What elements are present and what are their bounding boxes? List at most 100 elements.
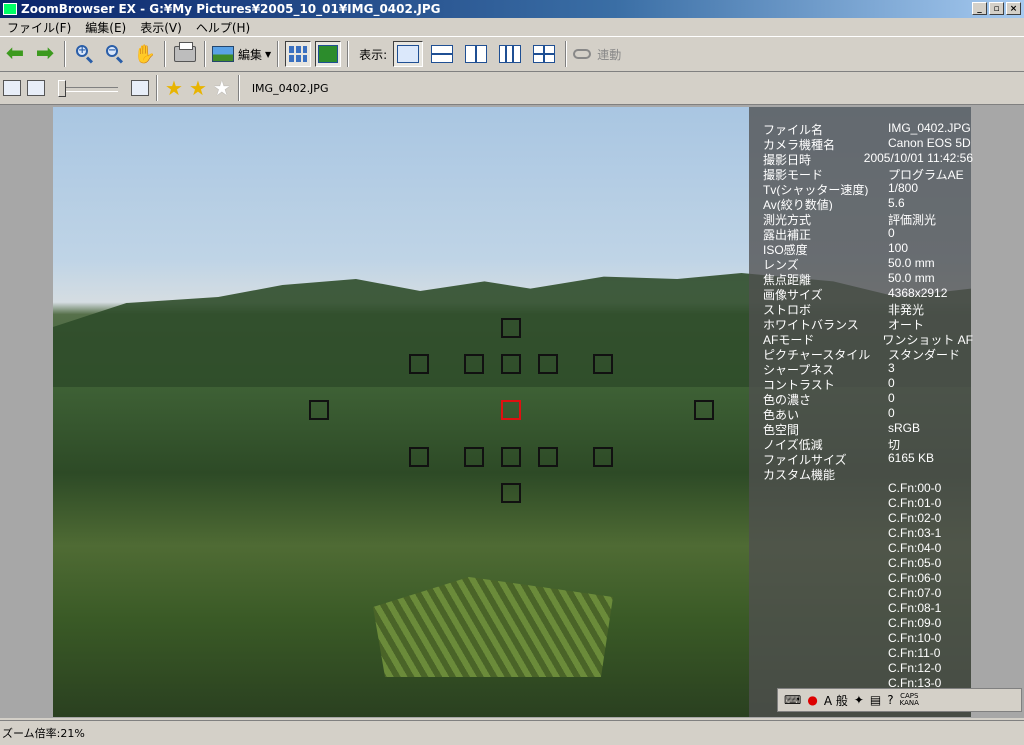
info-value: スタンダード <box>888 348 961 362</box>
custom-function-item: C.Fn:11-0 <box>888 646 941 660</box>
preview-button[interactable] <box>315 41 342 67</box>
hand-tool-button[interactable]: ✋ <box>132 41 158 67</box>
info-key: 撮影モード <box>763 168 824 181</box>
menu-file[interactable]: ファイル(F) <box>0 19 78 36</box>
info-value: IMG_0402.JPG <box>888 121 971 135</box>
info-key: ピクチャースタイル <box>763 348 871 361</box>
star-filled-icon[interactable]: ★ <box>189 78 207 98</box>
info-row: ISO感度 100 <box>763 241 973 256</box>
back-button[interactable]: ⬅ <box>2 41 28 67</box>
info-key: ISO感度 <box>763 243 808 256</box>
link-button[interactable]: 連動 <box>573 41 621 67</box>
caps-kana-indicator: CAPS KANA <box>899 692 919 707</box>
info-key: Tv(シャッター速度) <box>763 183 869 196</box>
star-empty-icon[interactable]: ★ <box>213 78 231 98</box>
edit-menu-button[interactable]: 編集 ▼ <box>212 41 271 67</box>
minimize-button[interactable]: _ <box>972 2 987 15</box>
three-split-icon <box>499 45 522 63</box>
info-value: 0 <box>888 226 895 240</box>
close-button[interactable]: × <box>1006 2 1021 15</box>
info-row: ノイズ低減 切 <box>763 436 973 452</box>
info-row: 色空間 sRGB <box>763 421 973 436</box>
maximize-button[interactable]: ▫ <box>989 2 1004 15</box>
zoom-slider-thumb[interactable] <box>58 80 66 97</box>
info-value: プログラムAE <box>888 168 964 182</box>
keyboard-icon[interactable]: ⌨ <box>784 693 801 707</box>
zoom-slider[interactable] <box>58 78 118 98</box>
title-bar: ZoomBrowser EX - G:¥My Pictures¥2005_10_… <box>0 0 1024 18</box>
info-key: 撮影日時 <box>763 153 812 166</box>
info-key: 焦点距離 <box>763 273 812 286</box>
link-icon <box>573 49 592 59</box>
af-point <box>309 400 329 420</box>
secondary-toolbar: ★ ★ ★ IMG_0402.JPG <box>0 72 1024 105</box>
af-point <box>409 447 429 467</box>
dictionary-icon[interactable]: ▤ <box>870 693 881 707</box>
af-point <box>501 447 521 467</box>
help-icon[interactable]: ? <box>887 693 893 707</box>
zoom-in-button[interactable]: + <box>72 41 98 67</box>
info-row: ピクチャースタイル スタンダード <box>763 346 973 362</box>
window-icon[interactable] <box>131 80 149 96</box>
view-three-split-button[interactable] <box>495 41 525 67</box>
view-horizontal-split-button[interactable] <box>427 41 457 67</box>
image-viewer[interactable]: ファイル名 IMG_0402.JPG カメラ機種名 Canon EOS 5D 撮影日時 2… <box>0 105 1024 718</box>
custom-function-item: C.Fn:04-0 <box>888 541 942 555</box>
ime-language-bar[interactable]: ⌨ ● A 般 ✦ ▤ ? CAPS KANA <box>777 688 1022 712</box>
info-value: 6165 KB <box>888 451 935 465</box>
info-row: 露出補正 0 <box>763 226 973 241</box>
edit-label: 編集 <box>238 47 263 62</box>
window-title: ZoomBrowser EX - G:¥My Pictures¥2005_10_… <box>21 2 441 16</box>
ime-mode[interactable]: A 般 <box>824 692 848 709</box>
fit-to-window-icon[interactable] <box>3 80 21 96</box>
menu-view[interactable]: 表示(V) <box>133 19 189 36</box>
star-filled-icon[interactable]: ★ <box>165 78 183 98</box>
info-row: ストロボ 非発光 <box>763 301 973 317</box>
info-value: ワンショット AF <box>882 333 973 347</box>
ime-record-icon[interactable]: ● <box>807 693 817 707</box>
view-four-split-button[interactable] <box>529 41 559 67</box>
zoom-out-icon: − <box>106 45 124 64</box>
single-view-icon <box>397 45 420 63</box>
info-key: ノイズ低減 <box>763 438 823 451</box>
app-icon <box>3 3 17 15</box>
af-point <box>501 318 521 338</box>
af-point <box>538 354 558 374</box>
view-vertical-split-button[interactable] <box>461 41 491 67</box>
info-value: オート <box>888 318 925 332</box>
zoom-out-button[interactable]: − <box>102 41 128 67</box>
info-value: 0 <box>888 391 895 405</box>
thumbnail-view-button[interactable] <box>285 41 312 67</box>
separator <box>237 75 240 101</box>
af-point <box>464 447 484 467</box>
view-single-button[interactable] <box>393 41 424 67</box>
menu-help[interactable]: ヘルプ(H) <box>189 19 257 36</box>
info-value: 100 <box>888 241 909 255</box>
custom-function-item: C.Fn:01-0 <box>888 496 942 510</box>
info-key: ファイル名 <box>763 123 824 136</box>
info-row: 焦点距離 50.0 mm <box>763 271 973 286</box>
custom-function-item: C.Fn:05-0 <box>888 556 942 570</box>
af-point <box>593 447 613 467</box>
forward-button[interactable]: ➡ <box>32 41 58 67</box>
af-point-active <box>501 400 521 420</box>
separator <box>277 41 280 67</box>
status-bar: ズーム倍率:21% <box>0 720 1024 745</box>
separator <box>156 75 158 101</box>
af-point <box>501 354 521 374</box>
shooting-info-panel: ファイル名 IMG_0402.JPG カメラ機種名 Canon EOS 5D 撮影日時 2… <box>749 107 973 717</box>
info-row: 撮影モード プログラムAE <box>763 166 973 182</box>
chevron-down-icon: ▼ <box>265 49 272 59</box>
info-value: sRGB <box>888 421 921 435</box>
info-key: ファイルサイズ <box>763 453 847 466</box>
info-row: Av(絞り数値) 5.6 <box>763 196 973 211</box>
tools-icon[interactable]: ✦ <box>854 693 864 707</box>
print-button[interactable] <box>172 41 198 67</box>
actual-size-icon[interactable] <box>27 80 45 96</box>
info-value: 非発光 <box>888 303 925 317</box>
custom-function-item: C.Fn:09-0 <box>888 616 942 630</box>
info-row: ファイル名 IMG_0402.JPG <box>763 121 973 136</box>
custom-function-item: C.Fn:07-0 <box>888 586 942 600</box>
window-controls: _ ▫ × <box>972 2 1021 15</box>
menu-edit[interactable]: 編集(E) <box>78 19 133 36</box>
